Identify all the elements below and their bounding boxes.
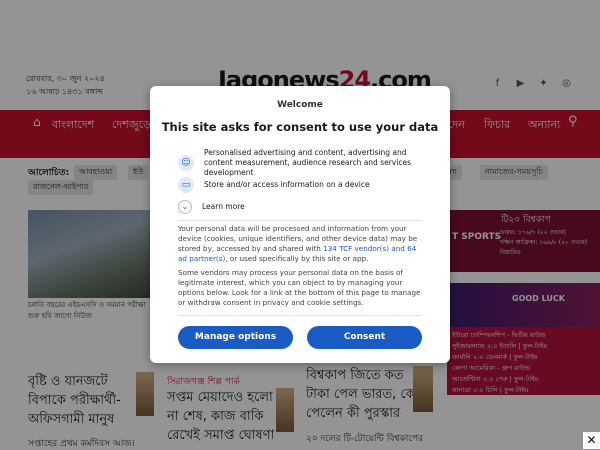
purpose-label: Personalised advertising and content, ad… xyxy=(204,148,411,177)
consent-paragraph-2: Some vendors may process your personal d… xyxy=(178,268,421,307)
chevron-down-icon[interactable]: ⌄ xyxy=(178,200,192,214)
learn-more-label[interactable]: Learn more xyxy=(202,202,245,212)
consent-button[interactable]: Consent xyxy=(307,326,422,349)
consent-welcome: Welcome xyxy=(277,100,323,110)
purpose-device-storage: ▭ Store and/or access information on a d… xyxy=(178,177,426,193)
para1-text-end: , or used specifically by this site or a… xyxy=(225,254,369,263)
close-icon[interactable]: ✕ xyxy=(583,432,600,449)
consent-dialog: Welcome This site asks for consent to us… xyxy=(150,86,450,363)
manage-options-button[interactable]: Manage options xyxy=(178,326,293,349)
consent-title: This site asks for consent to use your d… xyxy=(161,120,439,134)
purpose-personalised-ads: ☺ Personalised advertising and content, … xyxy=(178,148,426,178)
user-icon: ☺ xyxy=(178,155,194,171)
learn-more-toggle[interactable]: ⌄ Learn more xyxy=(178,200,245,214)
device-icon: ▭ xyxy=(178,177,194,193)
consent-paragraph-1: Your personal data will be processed and… xyxy=(178,224,424,264)
divider xyxy=(178,220,422,221)
divider xyxy=(178,315,422,316)
purpose-label: Store and/or access information on a dev… xyxy=(204,180,370,189)
